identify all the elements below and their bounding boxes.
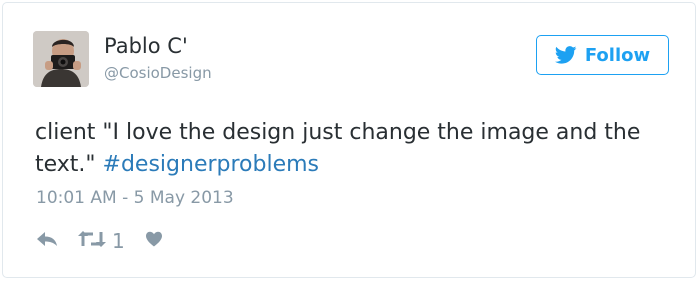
heart-icon [145, 231, 163, 251]
avatar[interactable] [33, 31, 89, 87]
tweet-text: client "I love the design just change th… [35, 117, 675, 181]
avatar-photo [33, 31, 89, 87]
author-handle[interactable]: @CosioDesign [104, 66, 212, 81]
follow-button[interactable]: Follow [536, 35, 669, 75]
reply-button[interactable] [36, 231, 58, 251]
tweet-timestamp[interactable]: 10:01 AM - 5 May 2013 [36, 190, 234, 207]
retweet-count: 1 [112, 229, 125, 253]
twitter-bird-icon [554, 46, 577, 64]
follow-label: Follow [584, 44, 651, 66]
tweet-actions: 1 [36, 230, 163, 252]
retweet-button[interactable]: 1 [78, 230, 125, 252]
tweet-card: Pablo C' @CosioDesign Follow client "I l… [2, 2, 696, 278]
like-button[interactable] [145, 231, 163, 251]
reply-arrow-icon [36, 231, 58, 251]
author-name[interactable]: Pablo C' [104, 36, 188, 57]
retweet-icon [78, 230, 106, 252]
hashtag-link[interactable]: #designerproblems [103, 152, 320, 177]
